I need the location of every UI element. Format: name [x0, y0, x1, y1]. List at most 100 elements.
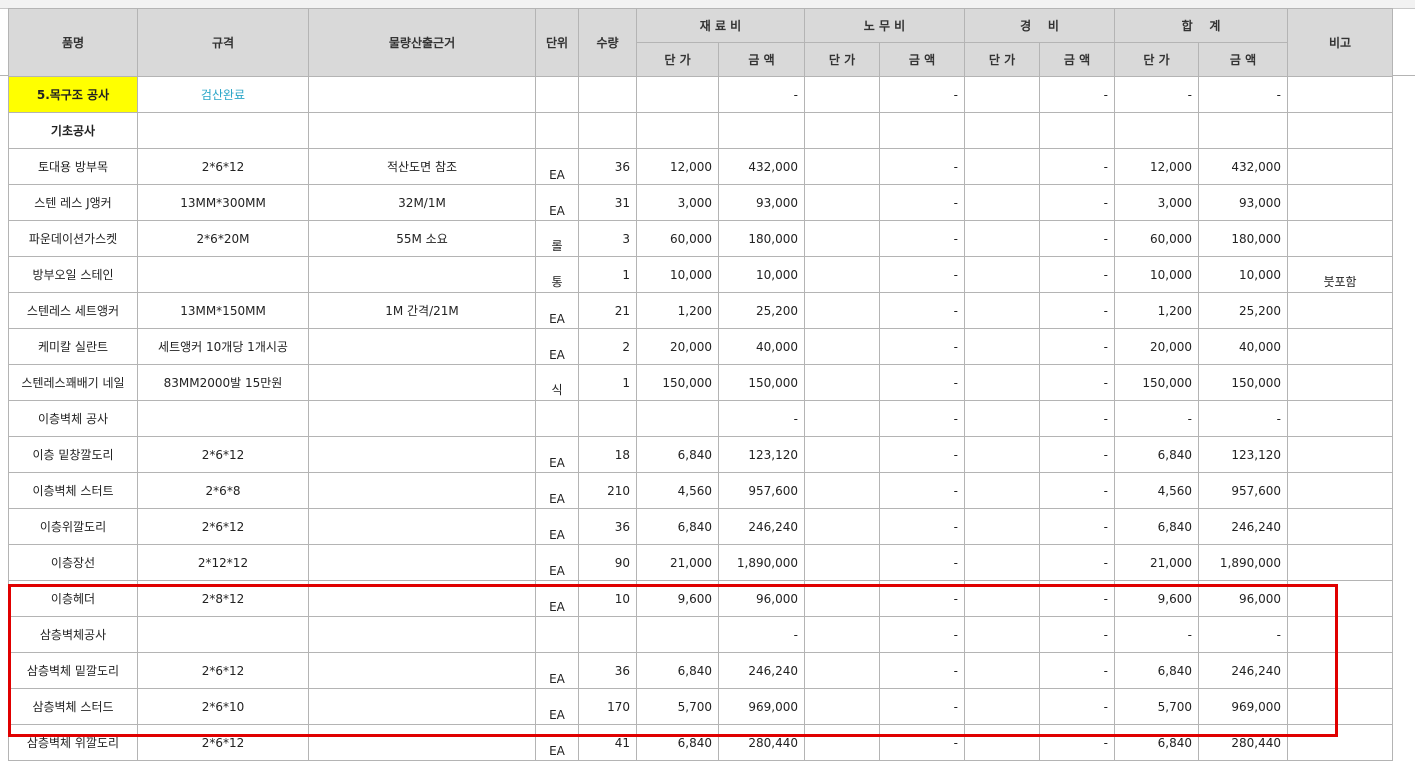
cell-expense-amount[interactable]: - — [1039, 508, 1115, 545]
cell-material-amount[interactable]: 246,240 — [718, 652, 805, 689]
cell-expense-unit-price[interactable] — [964, 436, 1040, 473]
cell-total-amount[interactable]: 969,000 — [1198, 688, 1288, 725]
cell-basis[interactable] — [308, 544, 536, 581]
cell-note[interactable] — [1287, 688, 1393, 725]
cell-total-amount[interactable]: 180,000 — [1198, 220, 1288, 257]
cell-item[interactable]: 스텐 레스 J앵커 — [8, 184, 138, 221]
cell-basis[interactable] — [308, 436, 536, 473]
cell-spec[interactable]: 2*6*8 — [137, 472, 309, 509]
cell-unit[interactable] — [535, 616, 579, 653]
cell-expense-amount[interactable]: - — [1039, 580, 1115, 617]
cell-material-amount[interactable]: 123,120 — [718, 436, 805, 473]
cell-material-unit-price[interactable]: 6,840 — [636, 724, 719, 761]
header-material[interactable]: 재 료 비 — [636, 8, 805, 43]
cell-material-amount[interactable]: 40,000 — [718, 328, 805, 365]
cell-item[interactable]: 5.목구조 공사 — [8, 76, 138, 113]
cell-item[interactable]: 삼층벽체 위깔도리 — [8, 724, 138, 761]
cell-labor-amount[interactable]: - — [879, 364, 965, 401]
cell-qty[interactable]: 170 — [578, 688, 637, 725]
cell-total-unit-price[interactable]: 20,000 — [1114, 328, 1199, 365]
cell-qty[interactable]: 36 — [578, 148, 637, 185]
cell-expense-amount[interactable]: - — [1039, 76, 1115, 113]
cell-note[interactable] — [1287, 436, 1393, 473]
cell-spec[interactable]: 세트앵커 10개당 1개시공 — [137, 328, 309, 365]
cell-labor-amount[interactable]: - — [879, 292, 965, 329]
header-qty[interactable]: 수량 — [578, 8, 637, 77]
cell-material-amount[interactable]: 96,000 — [718, 580, 805, 617]
cell-basis[interactable] — [308, 112, 536, 149]
cell-labor-amount[interactable]: - — [879, 724, 965, 761]
cell-spec[interactable]: 13MM*150MM — [137, 292, 309, 329]
cell-total-amount[interactable]: 1,890,000 — [1198, 544, 1288, 581]
cell-expense-unit-price[interactable] — [964, 292, 1040, 329]
header-labor-amount[interactable]: 금 액 — [879, 42, 965, 77]
cell-basis[interactable] — [308, 580, 536, 617]
cell-qty[interactable]: 21 — [578, 292, 637, 329]
cell-expense-unit-price[interactable] — [964, 76, 1040, 113]
header-basis[interactable]: 물량산출근거 — [308, 8, 536, 77]
cell-spec[interactable]: 2*6*12 — [137, 436, 309, 473]
cell-basis[interactable]: 1M 간격/21M — [308, 292, 536, 329]
cell-material-amount[interactable]: 957,600 — [718, 472, 805, 509]
cell-expense-unit-price[interactable] — [964, 220, 1040, 257]
cell-item[interactable]: 이층벽체 스터트 — [8, 472, 138, 509]
cell-labor-unit-price[interactable] — [804, 688, 880, 725]
cell-item[interactable]: 방부오일 스테인 — [8, 256, 138, 293]
cell-labor-unit-price[interactable] — [804, 580, 880, 617]
cell-unit[interactable]: EA — [535, 328, 579, 365]
cell-labor-unit-price[interactable] — [804, 76, 880, 113]
cell-material-unit-price[interactable]: 6,840 — [636, 652, 719, 689]
cell-total-unit-price[interactable]: 6,840 — [1114, 724, 1199, 761]
cell-basis[interactable]: 55M 소요 — [308, 220, 536, 257]
cell-expense-unit-price[interactable] — [964, 364, 1040, 401]
cell-material-unit-price[interactable] — [636, 400, 719, 437]
cell-qty[interactable]: 1 — [578, 256, 637, 293]
cell-total-amount[interactable]: - — [1198, 616, 1288, 653]
cell-unit[interactable]: 식 — [535, 364, 579, 401]
cell-note[interactable] — [1287, 652, 1393, 689]
cell-expense-unit-price[interactable] — [964, 580, 1040, 617]
cell-basis[interactable] — [308, 652, 536, 689]
cell-item[interactable]: 파운데이션가스켓 — [8, 220, 138, 257]
cell-qty[interactable]: 10 — [578, 580, 637, 617]
cell-qty[interactable]: 2 — [578, 328, 637, 365]
cell-expense-amount[interactable]: - — [1039, 400, 1115, 437]
cell-basis[interactable] — [308, 508, 536, 545]
cell-material-unit-price[interactable] — [636, 112, 719, 149]
cell-unit[interactable]: EA — [535, 508, 579, 545]
cell-item[interactable]: 삼층벽체공사 — [8, 616, 138, 653]
cell-labor-unit-price[interactable] — [804, 616, 880, 653]
cell-labor-amount[interactable]: - — [879, 148, 965, 185]
cell-unit[interactable]: EA — [535, 292, 579, 329]
cell-item[interactable]: 삼층벽체 스터드 — [8, 688, 138, 725]
cell-total-unit-price[interactable]: - — [1114, 400, 1199, 437]
cell-qty[interactable] — [578, 400, 637, 437]
cell-unit[interactable]: 롤 — [535, 220, 579, 257]
header-item[interactable]: 품명 — [8, 8, 138, 77]
cell-material-amount[interactable]: 432,000 — [718, 148, 805, 185]
cell-spec[interactable]: 2*6*10 — [137, 688, 309, 725]
cell-material-unit-price[interactable] — [636, 76, 719, 113]
cell-qty[interactable]: 31 — [578, 184, 637, 221]
cell-total-amount[interactable] — [1198, 112, 1288, 149]
cell-labor-unit-price[interactable] — [804, 508, 880, 545]
cell-note[interactable] — [1287, 508, 1393, 545]
cell-item[interactable]: 이층 밑창깔도리 — [8, 436, 138, 473]
cell-qty[interactable]: 36 — [578, 508, 637, 545]
cell-expense-amount[interactable]: - — [1039, 148, 1115, 185]
cell-unit[interactable]: EA — [535, 688, 579, 725]
cell-expense-unit-price[interactable] — [964, 544, 1040, 581]
header-material-unit-price[interactable]: 단 가 — [636, 42, 719, 77]
cell-qty[interactable]: 3 — [578, 220, 637, 257]
cell-material-unit-price[interactable]: 6,840 — [636, 508, 719, 545]
cell-material-unit-price[interactable]: 5,700 — [636, 688, 719, 725]
cell-qty[interactable]: 36 — [578, 652, 637, 689]
cell-unit[interactable]: EA — [535, 652, 579, 689]
cell-unit[interactable]: 통 — [535, 256, 579, 293]
cell-total-unit-price[interactable]: - — [1114, 616, 1199, 653]
cell-expense-amount[interactable]: - — [1039, 544, 1115, 581]
cell-labor-unit-price[interactable] — [804, 436, 880, 473]
cell-note[interactable] — [1287, 328, 1393, 365]
cell-material-amount[interactable] — [718, 112, 805, 149]
cell-expense-unit-price[interactable] — [964, 616, 1040, 653]
